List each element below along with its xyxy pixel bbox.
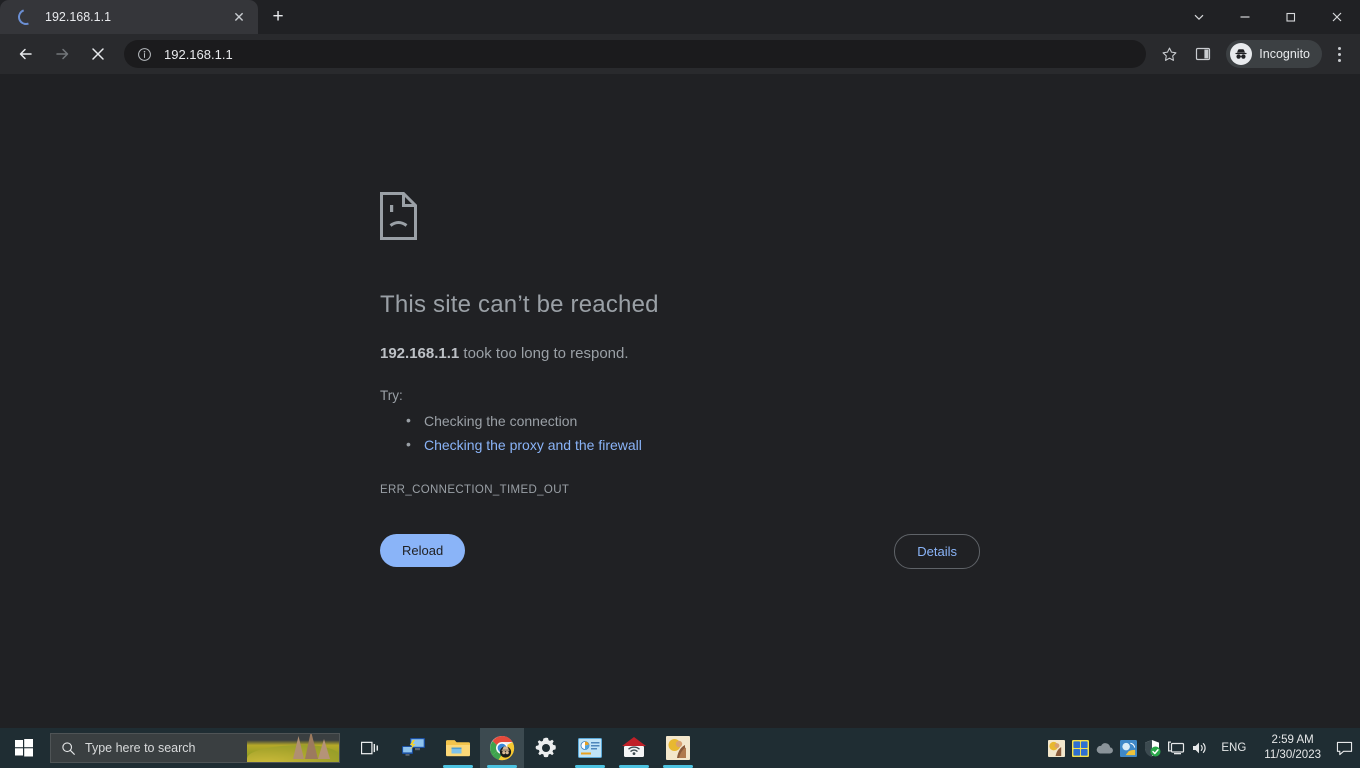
tab-search-icon[interactable] <box>1176 0 1222 33</box>
incognito-icon <box>1230 43 1253 65</box>
details-button[interactable]: Details <box>894 534 980 569</box>
toolbar-actions: Incognito <box>1152 39 1352 69</box>
browser-toolbar: 192.168.1.1 Incognito <box>0 34 1360 74</box>
photo-tray-icon[interactable] <box>1044 728 1068 768</box>
back-icon[interactable] <box>11 39 41 69</box>
menu-dot <box>1337 46 1341 50</box>
taskbar-item-presentation-app[interactable] <box>568 728 612 768</box>
clock-time: 2:59 AM <box>1271 734 1314 746</box>
error-reason: took too long to respond. <box>459 345 629 362</box>
list-item[interactable]: Checking the proxy and the firewall <box>406 432 1000 457</box>
taskbar-item-router-app[interactable] <box>612 728 656 768</box>
maximize-icon[interactable] <box>1268 0 1314 33</box>
error-actions: Reload Details <box>380 532 980 569</box>
search-input[interactable]: Type here to search <box>50 733 340 763</box>
info-circle-icon[interactable] <box>136 46 152 62</box>
taskbar-item-settings[interactable] <box>524 728 568 768</box>
search-placeholder: Type here to search <box>85 741 196 755</box>
error-subtitle: 192.168.1.1 took too long to respond. <box>380 345 1000 362</box>
suggestion-list: Checking the connection Checking the pro… <box>406 408 1000 457</box>
menu-dot <box>1337 58 1341 62</box>
address-bar[interactable]: 192.168.1.1 <box>124 40 1147 68</box>
tab-close-icon[interactable]: ✕ <box>228 6 250 28</box>
volume-icon[interactable] <box>1188 728 1212 768</box>
error-title: This site can’t be reached <box>380 291 659 318</box>
star-icon[interactable] <box>1154 39 1184 69</box>
system-tray: ENG 2:59 AM 11/30/2023 <box>1044 728 1360 768</box>
loading-spinner-icon <box>15 6 37 28</box>
taskbar-apps <box>348 728 700 768</box>
try-label: Try: <box>380 388 403 403</box>
windows-taskbar: Type here to search ENG 2:59 AM 11/30/20… <box>0 728 1360 768</box>
incognito-label: Incognito <box>1259 47 1310 61</box>
reload-button[interactable]: Reload <box>380 534 466 567</box>
start-button[interactable] <box>0 728 48 768</box>
taskbar-item-google-chrome[interactable] <box>480 728 524 768</box>
error-host: 192.168.1.1 <box>380 345 460 362</box>
search-icon <box>51 741 85 756</box>
browser-tab[interactable]: 192.168.1.1 ✕ <box>0 0 258 34</box>
chrome-menu-button[interactable] <box>1326 39 1352 69</box>
close-icon[interactable] <box>1314 0 1360 33</box>
search-illustration <box>247 734 339 762</box>
clock[interactable]: 2:59 AM 11/30/2023 <box>1255 728 1330 768</box>
menu-dot <box>1337 52 1341 56</box>
taskbar-item-photo-app[interactable] <box>656 728 700 768</box>
page-content: This site can’t be reached 192.168.1.1 t… <box>0 74 1360 734</box>
list-item: Checking the connection <box>406 408 1000 433</box>
tab-strip: 192.168.1.1 ✕ + <box>0 0 1360 34</box>
sad-page-icon <box>380 192 1000 245</box>
language-indicator[interactable]: ENG <box>1212 728 1255 768</box>
incognito-indicator[interactable]: Incognito <box>1226 40 1322 68</box>
clock-date: 11/30/2023 <box>1264 749 1321 761</box>
taskbar-item-task-view[interactable] <box>348 728 392 768</box>
window-controls <box>1176 0 1360 33</box>
taskbar-item-remote-desktop[interactable] <box>392 728 436 768</box>
action-center-icon[interactable] <box>1330 728 1358 768</box>
lyto-icon[interactable] <box>1068 728 1092 768</box>
taskbar-item-file-explorer[interactable] <box>436 728 480 768</box>
windows-security-icon[interactable] <box>1140 728 1164 768</box>
tab-title: 192.168.1.1 <box>45 10 112 24</box>
new-tab-button[interactable]: + <box>264 3 292 31</box>
blue-app-icon[interactable] <box>1116 728 1140 768</box>
error-container: This site can’t be reached 192.168.1.1 t… <box>380 192 1000 496</box>
network-icon[interactable] <box>1164 728 1188 768</box>
side-panel-icon[interactable] <box>1188 39 1218 69</box>
onedrive-icon[interactable] <box>1092 728 1116 768</box>
forward-icon <box>47 39 77 69</box>
stop-loading-icon[interactable] <box>83 39 113 69</box>
error-code: ERR_CONNECTION_TIMED_OUT <box>380 484 570 496</box>
minimize-icon[interactable] <box>1222 0 1268 33</box>
address-bar-text: 192.168.1.1 <box>164 46 233 62</box>
